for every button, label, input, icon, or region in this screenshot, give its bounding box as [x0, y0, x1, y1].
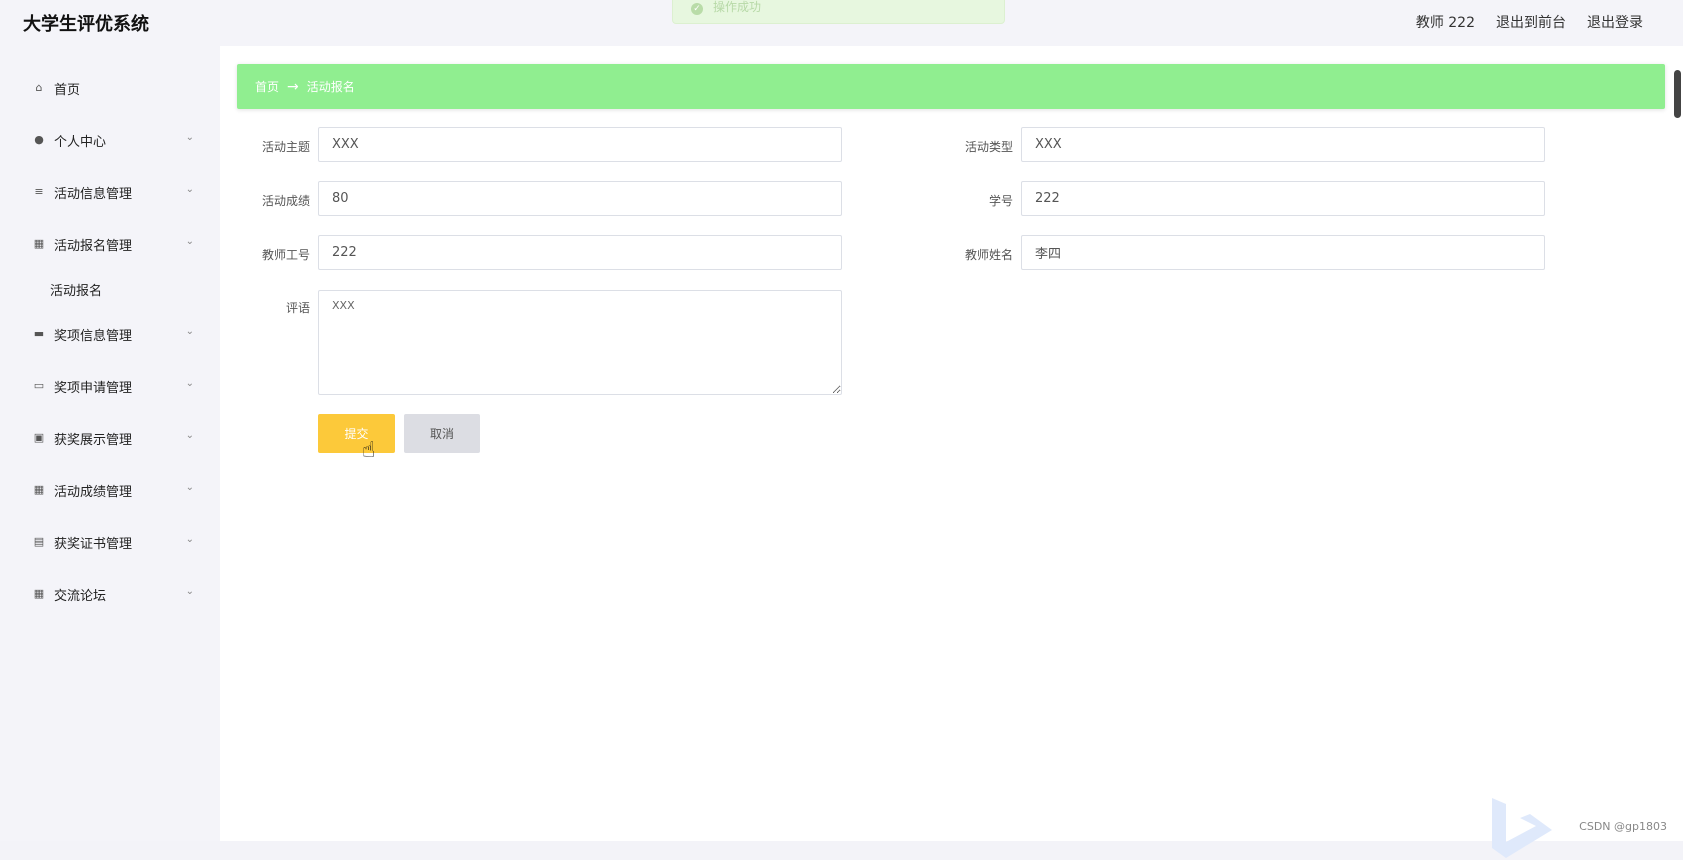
sidebar-item-activity-info[interactable]: ≡ 活动信息管理 ⌄ [12, 166, 202, 218]
sidebar-menu: ⌂ 首页 ● 个人中心 ⌄ ≡ 活动信息管理 ⌄ ▦ 活动报名管理 ⌄ 活动报名… [12, 62, 202, 620]
activity-score-label: 活动成绩 [230, 192, 310, 209]
check-circle-icon: ✓ [691, 3, 703, 15]
home-icon: ⌂ [33, 82, 45, 94]
sidebar-item-personal-center[interactable]: ● 个人中心 ⌄ [12, 114, 202, 166]
teacher-name-input[interactable] [1021, 235, 1545, 270]
toast-text: 操作成功 [713, 0, 761, 15]
exit-to-front-link[interactable]: 退出到前台 [1496, 12, 1566, 32]
chevron-down-icon: ⌄ [186, 430, 194, 441]
sidebar-item-label: 获奖展示管理 [54, 429, 132, 448]
chevron-down-icon: ⌄ [186, 184, 194, 195]
arrow-right-icon: → [287, 79, 299, 95]
comment-icon: ▬ [33, 328, 45, 340]
grid-icon: ▦ [33, 588, 45, 600]
teacher-name-label: 教师姓名 [933, 246, 1013, 263]
sidebar-item-activity-scores[interactable]: ▦ 活动成绩管理 ⌄ [12, 464, 202, 516]
teacher-id-label: 教师工号 [230, 246, 310, 263]
sidebar-item-label: 首页 [54, 79, 80, 98]
sidebar-item-label: 奖项信息管理 [54, 325, 132, 344]
chart-icon: ▣ [33, 432, 45, 444]
breadcrumb: 首页 → 活动报名 [237, 64, 1665, 109]
logout-link[interactable]: 退出登录 [1587, 12, 1643, 32]
top-bar: 大学生评优系统 ✓ 操作成功 教师 222 退出到前台 退出登录 [0, 0, 1683, 46]
sidebar-item-home[interactable]: ⌂ 首页 [12, 62, 202, 114]
chevron-down-icon: ⌄ [186, 378, 194, 389]
csdn-watermark: CSDN @gp1803 [1579, 820, 1667, 833]
clipboard-icon: ▤ [33, 536, 45, 548]
cancel-button[interactable]: 取消 [404, 414, 480, 453]
sidebar-item-forum[interactable]: ▦ 交流论坛 ⌄ [12, 568, 202, 620]
sidebar-item-activity-registration[interactable]: ▦ 活动报名管理 ⌄ [12, 218, 202, 270]
chevron-down-icon: ⌄ [186, 326, 194, 337]
chevron-down-icon: ⌄ [186, 586, 194, 597]
sidebar-item-label: 交流论坛 [54, 585, 106, 604]
monitor-icon: ▭ [33, 380, 45, 392]
current-user: 教师 222 [1416, 12, 1475, 32]
comment-label: 评语 [230, 299, 310, 316]
activity-score-input[interactable] [318, 181, 842, 216]
chevron-down-icon: ⌄ [186, 534, 194, 545]
sidebar: ⌂ 首页 ● 个人中心 ⌄ ≡ 活动信息管理 ⌄ ▦ 活动报名管理 ⌄ 活动报名… [0, 46, 220, 841]
sidebar-item-label: 个人中心 [54, 131, 106, 150]
student-id-input[interactable] [1021, 181, 1545, 216]
sidebar-item-award-info[interactable]: ▬ 奖项信息管理 ⌄ [12, 308, 202, 360]
list-icon: ≡ [33, 186, 45, 198]
success-toast: ✓ 操作成功 [672, 0, 1005, 24]
sidebar-item-label: 获奖证书管理 [54, 533, 132, 552]
scrollbar-thumb[interactable] [1674, 70, 1681, 118]
breadcrumb-home[interactable]: 首页 [255, 78, 279, 95]
activity-type-input[interactable] [1021, 127, 1545, 162]
app-title: 大学生评优系统 [23, 10, 149, 36]
teacher-id-input[interactable] [318, 235, 842, 270]
submit-button[interactable]: 提交 [318, 414, 395, 453]
main-content: 首页 → 活动报名 活动主题 活动成绩 教师工号 评语 XXX 活动类型 学号 … [220, 46, 1683, 841]
scrollbar[interactable] [1671, 46, 1683, 841]
comment-textarea[interactable]: XXX [318, 290, 842, 395]
submenu-item-label: 活动报名 [50, 280, 102, 299]
student-id-label: 学号 [933, 192, 1013, 209]
submenu-item-activity-registration[interactable]: 活动报名 [12, 270, 202, 308]
hand-cursor-icon: ☝ [362, 438, 375, 463]
sidebar-item-certificates[interactable]: ▤ 获奖证书管理 ⌄ [12, 516, 202, 568]
sidebar-item-award-showcase[interactable]: ▣ 获奖展示管理 ⌄ [12, 412, 202, 464]
sidebar-item-label: 奖项申请管理 [54, 377, 132, 396]
chevron-down-icon: ⌄ [186, 132, 194, 143]
activity-type-label: 活动类型 [933, 138, 1013, 155]
sidebar-item-award-application[interactable]: ▭ 奖项申请管理 ⌄ [12, 360, 202, 412]
user-icon: ● [33, 134, 45, 146]
sidebar-item-label: 活动信息管理 [54, 183, 132, 202]
grid-icon: ▦ [33, 238, 45, 250]
top-right-links: 教师 222 退出到前台 退出登录 [1416, 12, 1643, 32]
sidebar-item-label: 活动报名管理 [54, 235, 132, 254]
breadcrumb-current: 活动报名 [307, 78, 355, 95]
activity-topic-label: 活动主题 [230, 138, 310, 155]
sidebar-item-label: 活动成绩管理 [54, 481, 132, 500]
grid-icon: ▦ [33, 484, 45, 496]
chevron-down-icon: ⌄ [186, 482, 194, 493]
activity-topic-input[interactable] [318, 127, 842, 162]
bing-logo-icon [1490, 798, 1554, 860]
chevron-down-icon: ⌄ [186, 236, 194, 247]
